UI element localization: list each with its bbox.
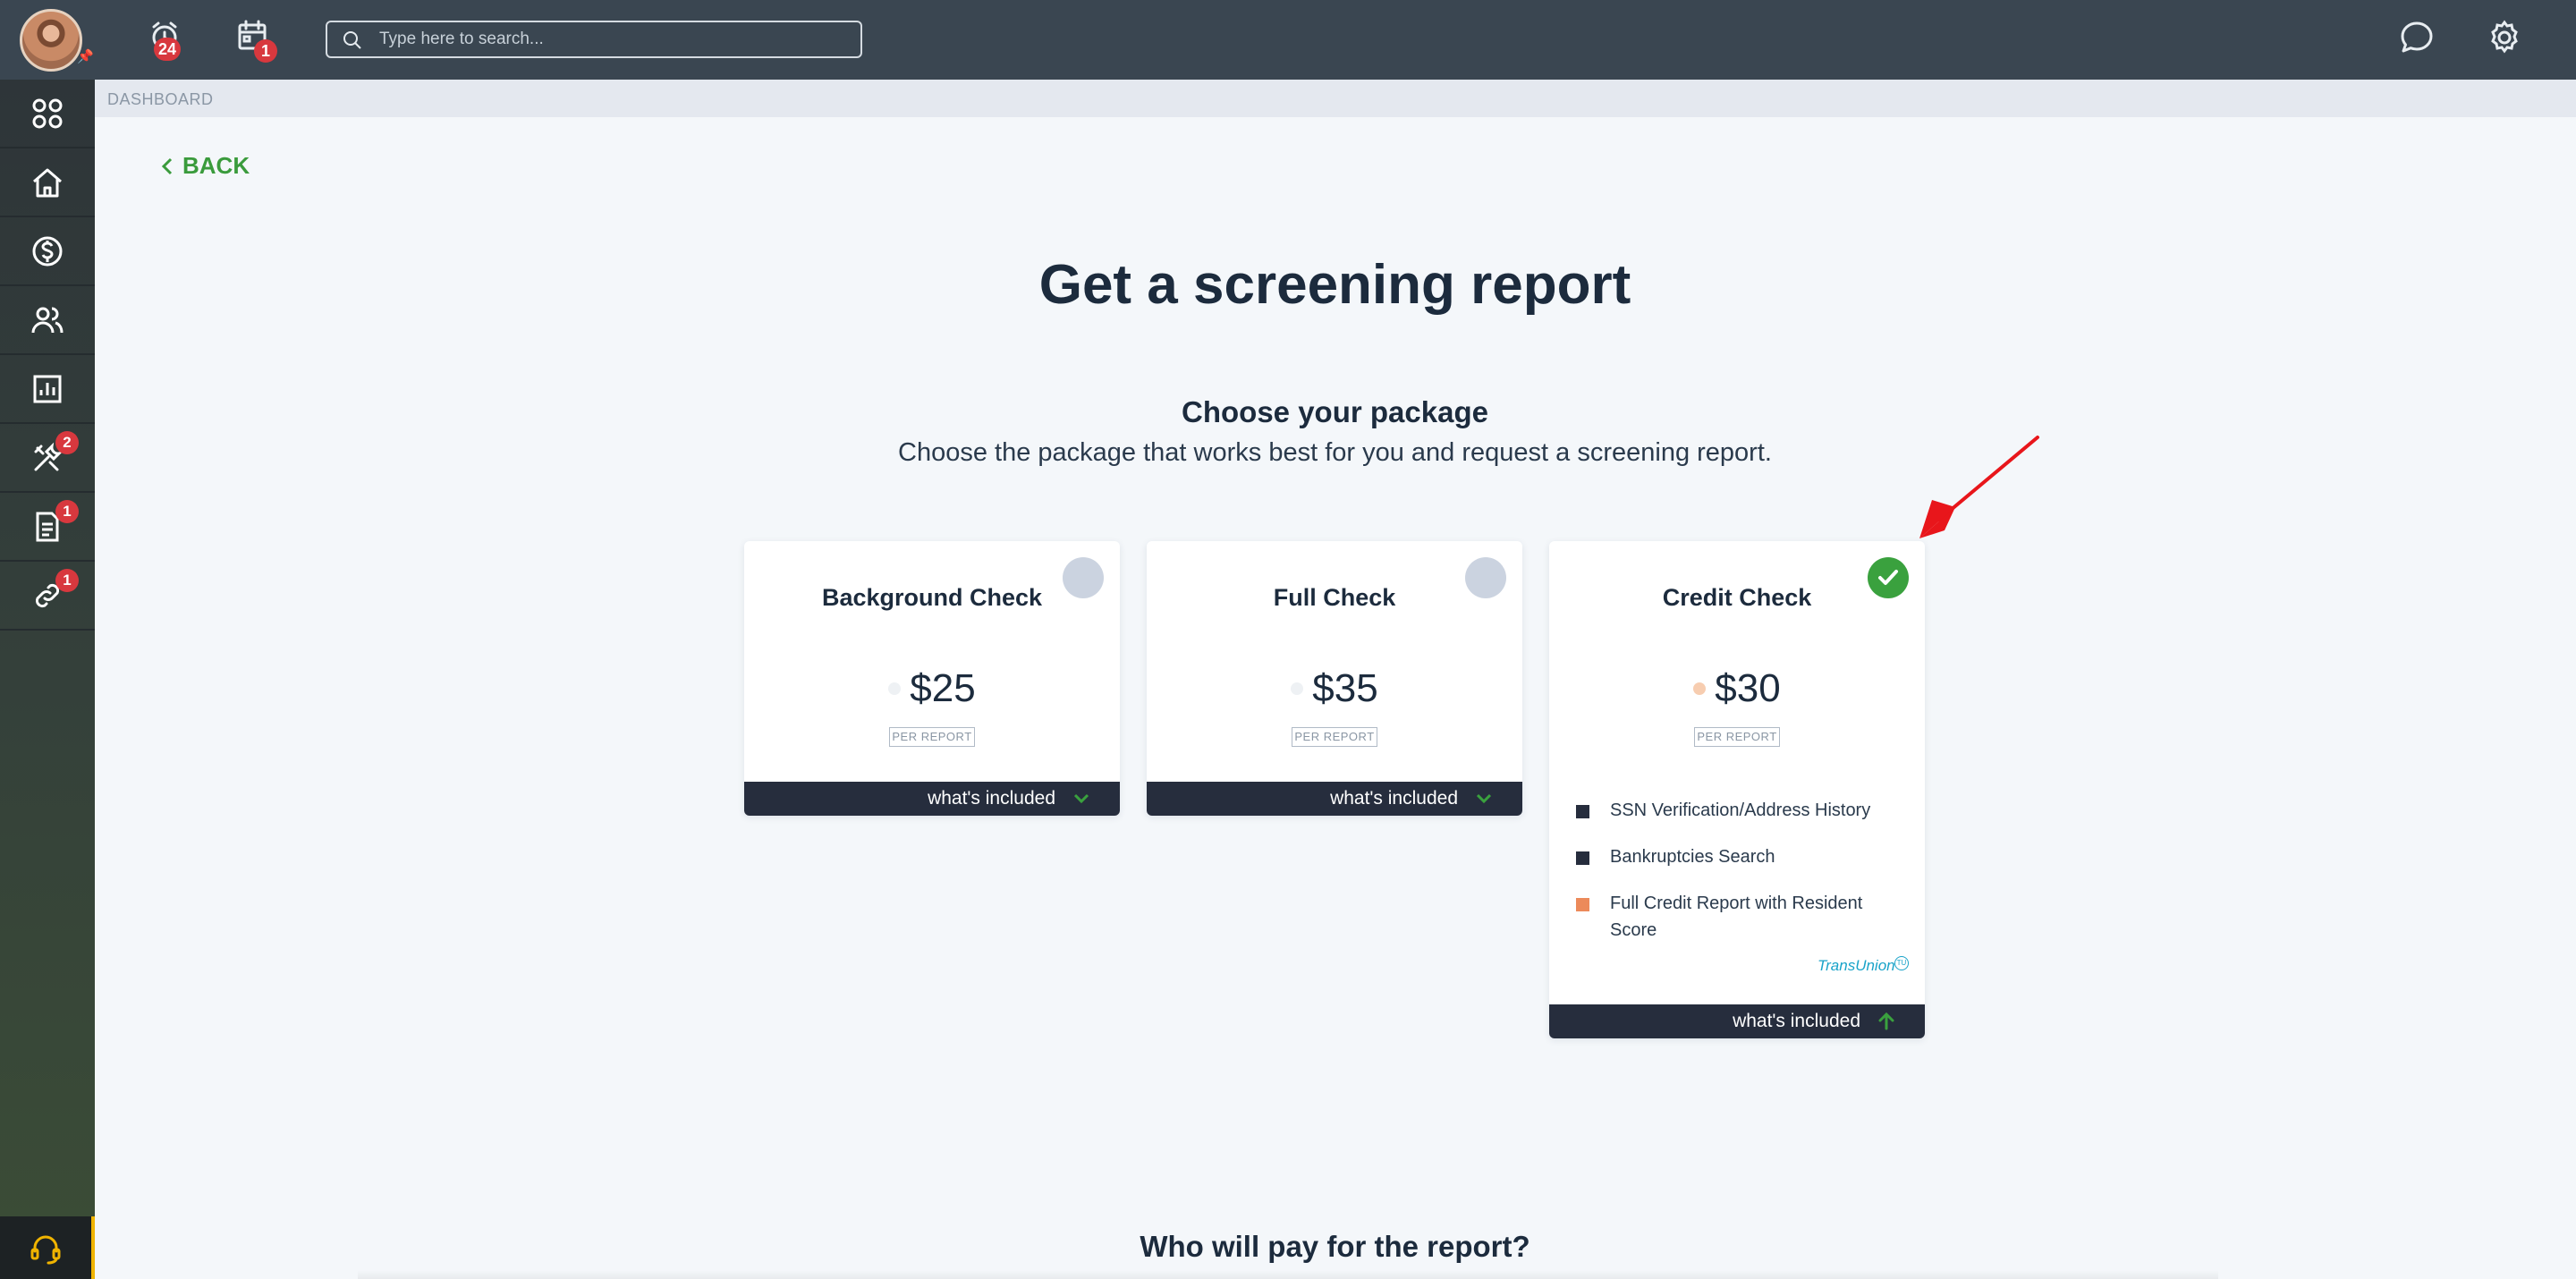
chart-icon (33, 375, 62, 402)
payer-section-title: Who will pay for the report? (1140, 1230, 1530, 1263)
package-price: $35 (1312, 666, 1378, 710)
chevron-down-icon (1476, 793, 1492, 804)
list-item: SSN Verification/Address History (1574, 797, 1914, 824)
calendar-badge: 1 (254, 39, 277, 63)
sidebar-badge: 1 (55, 569, 79, 592)
whats-included-toggle[interactable]: what's included (1549, 1004, 1925, 1038)
checkmark-icon (1878, 570, 1898, 585)
user-avatar[interactable] (20, 9, 82, 72)
alarm-clock-icon[interactable]: 24 (147, 18, 186, 61)
gear-icon[interactable] (2485, 18, 2524, 57)
whats-included-toggle[interactable]: what's included (744, 782, 1120, 816)
price-dot (888, 682, 902, 695)
package-title: Full Check (1273, 584, 1396, 611)
whats-included-label: what's included (928, 788, 1055, 809)
section-title: Choose your package (1182, 395, 1488, 428)
breadcrumb-dashboard[interactable]: DASHBOARD (107, 90, 214, 109)
price-dot (1291, 682, 1304, 695)
package-title: Background Check (821, 584, 1043, 611)
list-item: Full Credit Report with Resident Score (1574, 890, 1914, 944)
search-box[interactable] (326, 21, 862, 58)
calendar-icon[interactable]: 1 (234, 18, 277, 63)
package-radio[interactable] (1063, 557, 1104, 598)
package-title: Credit Check (1662, 584, 1812, 611)
chevron-down-icon (1073, 793, 1089, 804)
package-card-background[interactable]: Background Check $25 PER REPORT what's i… (744, 541, 1120, 816)
sidebar-item-apps[interactable] (0, 80, 95, 148)
included-features-list: SSN Verification/Address History Bankrup… (1574, 797, 1914, 963)
package-card-full[interactable]: Full Check $35 PER REPORT what's include… (1147, 541, 1522, 816)
whats-included-toggle[interactable]: what's included (1147, 782, 1522, 816)
transunion-logo-mark: TU (1894, 956, 1909, 970)
package-radio[interactable] (1465, 557, 1506, 598)
page-title: Get a screening report (1038, 254, 1631, 316)
sidebar-badge: 2 (55, 431, 79, 454)
arrow-up-icon (1878, 1012, 1894, 1030)
top-bar: 📌 24 1 (0, 0, 2576, 80)
package-price: $25 (910, 666, 976, 710)
package-radio-selected[interactable] (1868, 557, 1909, 598)
search-icon (342, 30, 363, 55)
breadcrumb: DASHBOARD (95, 80, 2576, 117)
alerts-badge: 24 (154, 38, 182, 61)
sidebar-badge: 1 (55, 500, 79, 523)
per-report-label: PER REPORT (889, 727, 975, 747)
payer-section-card (358, 1270, 2218, 1279)
home-icon (33, 168, 62, 197)
list-item: Bankruptcies Search (1574, 843, 1914, 870)
annotation-arrow-icon (1919, 436, 2039, 538)
back-label: BACK (182, 152, 250, 179)
package-price: $30 (1715, 666, 1781, 710)
search-input[interactable] (379, 22, 844, 56)
per-report-label: PER REPORT (1292, 727, 1377, 747)
section-description: Choose the package that works best for y… (898, 438, 1772, 467)
pin-icon: 📌 (77, 49, 94, 64)
sidebar-item-maintenance[interactable]: 2 (0, 424, 95, 493)
back-link[interactable]: BACK (161, 152, 250, 180)
sidebar-item-documents[interactable]: 1 (0, 493, 95, 562)
whats-included-label: what's included (1330, 788, 1458, 809)
package-card-credit[interactable]: Credit Check $30 PER REPORT SSN Verifica… (1549, 541, 1925, 1038)
chevron-left-icon (161, 157, 173, 174)
whats-included-label: what's included (1733, 1011, 1860, 1031)
price-dot (1693, 682, 1707, 695)
sidebar-item-home[interactable] (0, 148, 95, 217)
apps-icon (32, 98, 63, 128)
per-report-label: PER REPORT (1694, 727, 1780, 747)
sidebar-item-reports[interactable] (0, 355, 95, 424)
transunion-logo: TransUnion (1818, 957, 1895, 974)
sidebar-item-links[interactable]: 1 (0, 562, 95, 631)
chat-bubble-icon[interactable] (2397, 18, 2436, 57)
